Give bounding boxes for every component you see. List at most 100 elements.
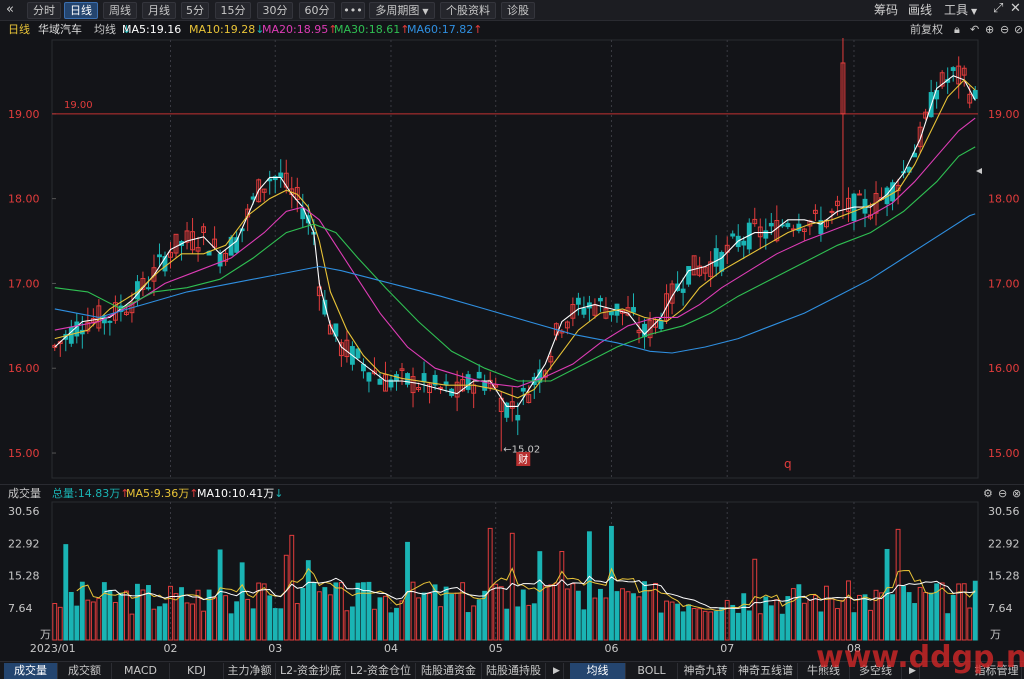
- diagnose-button[interactable]: 诊股: [501, 2, 535, 19]
- volume-bar[interactable]: [790, 588, 796, 641]
- volume-bar[interactable]: [807, 599, 813, 641]
- volume-bar[interactable]: [691, 607, 697, 641]
- tab-intraday[interactable]: 分时: [27, 2, 61, 19]
- volume-bar[interactable]: [708, 611, 714, 641]
- volume-bar[interactable]: [300, 588, 306, 641]
- volume-bar[interactable]: [680, 611, 686, 641]
- volume-bar[interactable]: [498, 586, 504, 641]
- volume-bar[interactable]: [719, 607, 725, 641]
- volume-bar[interactable]: [901, 585, 907, 641]
- volume-bar[interactable]: [730, 604, 736, 641]
- volume-bar[interactable]: [862, 594, 868, 641]
- volume-bar[interactable]: [950, 594, 956, 641]
- tab-monthly[interactable]: 月线: [142, 2, 176, 19]
- volume-bar[interactable]: [383, 595, 388, 641]
- volume-bar[interactable]: [360, 582, 366, 641]
- volume-bar[interactable]: [526, 604, 532, 641]
- volume-bar[interactable]: [757, 613, 763, 641]
- volume-bar[interactable]: [278, 608, 284, 641]
- tab-l2-bottom[interactable]: L2-资金抄底: [276, 663, 346, 679]
- volume-bar[interactable]: [399, 600, 405, 641]
- adjust-dropdown[interactable]: 前复权: [910, 21, 943, 38]
- volume-bar[interactable]: [581, 609, 587, 641]
- volume-bar[interactable]: [471, 605, 477, 641]
- candle-body[interactable]: [465, 374, 471, 390]
- tab-turnover[interactable]: 成交额: [58, 663, 112, 679]
- volume-bar[interactable]: [625, 591, 631, 641]
- candle-body[interactable]: [146, 287, 151, 290]
- volume-bar[interactable]: [123, 590, 129, 641]
- stock-info-button[interactable]: 个股资料: [440, 2, 496, 19]
- undo-icon[interactable]: ↶: [970, 21, 979, 38]
- volume-bar[interactable]: [311, 582, 317, 641]
- volume-bar[interactable]: [140, 589, 146, 641]
- volume-bar[interactable]: [283, 554, 289, 641]
- candle-body[interactable]: [658, 320, 664, 329]
- double-chevron-left-icon[interactable]: «: [6, 2, 14, 17]
- volume-bar[interactable]: [917, 586, 923, 641]
- volume-bar[interactable]: [212, 597, 218, 641]
- candle-body[interactable]: [785, 223, 791, 228]
- volume-bar[interactable]: [912, 603, 918, 641]
- candle-body[interactable]: [713, 248, 719, 267]
- volume-bar[interactable]: [509, 532, 515, 641]
- candle-body[interactable]: [322, 299, 328, 315]
- volume-bar[interactable]: [74, 605, 80, 641]
- volume-bar[interactable]: [118, 592, 124, 641]
- volume-bar[interactable]: [812, 595, 818, 641]
- volume-bar[interactable]: [647, 589, 653, 641]
- volume-bar[interactable]: [316, 591, 322, 641]
- candle-body[interactable]: [741, 240, 747, 246]
- candle-body[interactable]: [680, 288, 686, 293]
- volume-bar[interactable]: [267, 595, 273, 641]
- volume-bar[interactable]: [559, 551, 565, 641]
- volume-bar[interactable]: [575, 590, 581, 641]
- candle-body[interactable]: [857, 193, 862, 196]
- volume-bar[interactable]: [829, 598, 835, 641]
- volume-bar[interactable]: [90, 601, 96, 641]
- candle-body[interactable]: [829, 210, 835, 213]
- volume-bar[interactable]: [564, 588, 570, 641]
- zoom-out-icon[interactable]: ⊖: [1000, 21, 1009, 38]
- candle-body[interactable]: [278, 172, 284, 178]
- volume-bar[interactable]: [443, 586, 449, 641]
- volume-bar[interactable]: [349, 606, 355, 641]
- volume-bar[interactable]: [972, 580, 978, 641]
- tab-northbound-funds[interactable]: 陆股通资金: [416, 663, 482, 679]
- tab-daily[interactable]: 日线: [64, 2, 98, 19]
- volume-bar[interactable]: [570, 583, 576, 641]
- volume-bar[interactable]: [487, 527, 493, 641]
- volume-bar[interactable]: [151, 608, 157, 641]
- volume-bar[interactable]: [868, 609, 873, 641]
- volume-bar[interactable]: [548, 584, 554, 641]
- candle-body[interactable]: [609, 311, 614, 316]
- candle-body[interactable]: [217, 253, 223, 267]
- volume-bar[interactable]: [658, 612, 664, 641]
- draw-line-button[interactable]: 画线: [908, 3, 932, 18]
- volume-bar[interactable]: [537, 551, 543, 641]
- candle-body[interactable]: [355, 348, 361, 359]
- volume-bar[interactable]: [449, 593, 455, 641]
- volume-bar[interactable]: [394, 607, 399, 641]
- tab-30min[interactable]: 30分: [257, 2, 293, 19]
- volume-bar[interactable]: [416, 597, 421, 641]
- volume-bar[interactable]: [223, 595, 229, 641]
- lock-icon[interactable]: 🔒︎: [954, 21, 960, 38]
- more-button[interactable]: •••: [341, 2, 365, 19]
- fullscreen-icon[interactable]: ⤢: [993, 1, 1003, 16]
- candle-body[interactable]: [719, 251, 725, 272]
- volume-bar[interactable]: [96, 597, 102, 641]
- volume-bar[interactable]: [967, 607, 973, 641]
- candle-body[interactable]: [476, 371, 482, 379]
- volume-bar[interactable]: [228, 613, 234, 641]
- candle-body[interactable]: [768, 222, 774, 227]
- volume-bar[interactable]: [327, 594, 333, 641]
- volume-bar[interactable]: [846, 580, 851, 641]
- settings-circle-icon[interactable]: ⚙: [983, 485, 993, 502]
- volume-bar[interactable]: [377, 597, 383, 641]
- candle-body[interactable]: [394, 374, 399, 382]
- minus-circle-icon[interactable]: ⊖: [998, 485, 1007, 502]
- close-window-icon[interactable]: ✕: [1010, 1, 1021, 16]
- volume-bar[interactable]: [79, 581, 85, 641]
- volume-bar[interactable]: [796, 584, 802, 641]
